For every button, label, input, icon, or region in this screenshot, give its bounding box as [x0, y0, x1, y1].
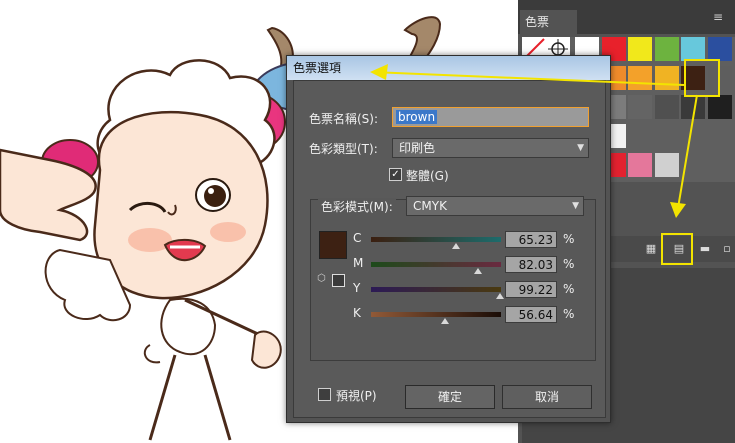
annotation-arrows: [370, 64, 698, 218]
arrowhead-button-icon: [670, 202, 686, 218]
color-mode-label: 色彩模式(M):: [318, 198, 396, 215]
arrow-to-options-button: [677, 94, 698, 209]
arrow-to-dialog: [371, 71, 685, 86]
color-mode-value: CMYK: [413, 199, 447, 213]
arrowhead-dialog-icon: [370, 64, 388, 80]
color-mode-select[interactable]: CMYK ▼: [406, 196, 584, 216]
chevron-down-icon: ▼: [572, 201, 579, 211]
